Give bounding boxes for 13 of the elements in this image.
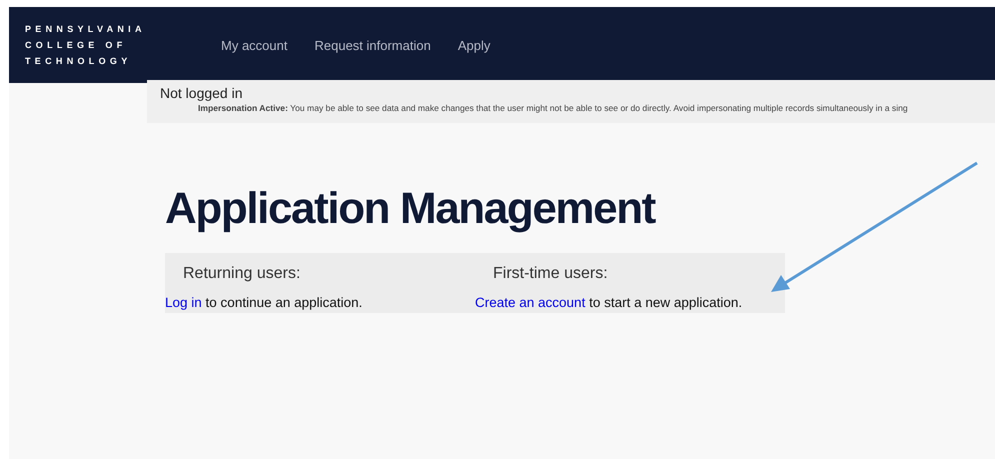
college-logo[interactable]: PENNSYLVANIA COLLEGE OF TECHNOLOGY xyxy=(9,21,221,69)
option-link[interactable]: Log in xyxy=(165,295,202,310)
option-text: Create an account to start a new application. xyxy=(475,295,744,310)
nav-link[interactable]: My account xyxy=(221,38,288,52)
nav-link[interactable]: Request information xyxy=(314,38,431,52)
login-status: Not logged in xyxy=(160,85,244,101)
page-heading: Application Management xyxy=(165,183,656,235)
option-heading: First-time users: xyxy=(492,264,609,284)
option-heading: Returning users: xyxy=(182,264,302,284)
impersonation-notice: Impersonation Active: You may be able to see data and make changes that the user might not be able to see or do directly. Avoid impersonating multiple records simultaneously in a sing xyxy=(197,103,909,113)
nav-link[interactable]: Apply xyxy=(458,38,490,52)
option-text: Log in to continue an application. xyxy=(165,295,364,310)
option-link[interactable]: Create an account xyxy=(475,295,586,310)
